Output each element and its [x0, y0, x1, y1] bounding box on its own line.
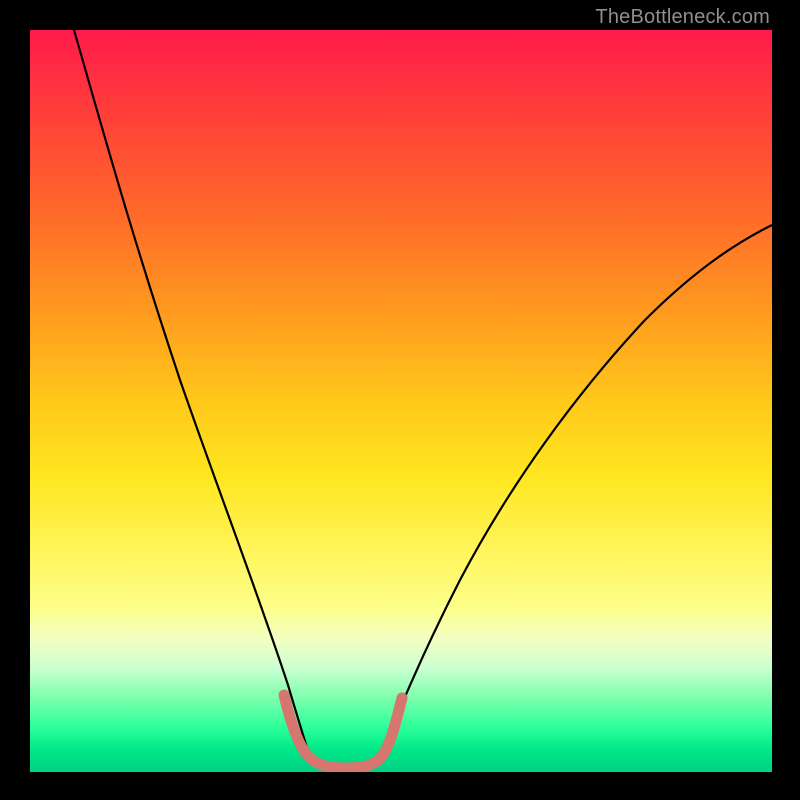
plot-area: [30, 30, 772, 772]
watermark-text: TheBottleneck.com: [595, 6, 770, 29]
chart-frame: TheBottleneck.com: [0, 0, 800, 800]
